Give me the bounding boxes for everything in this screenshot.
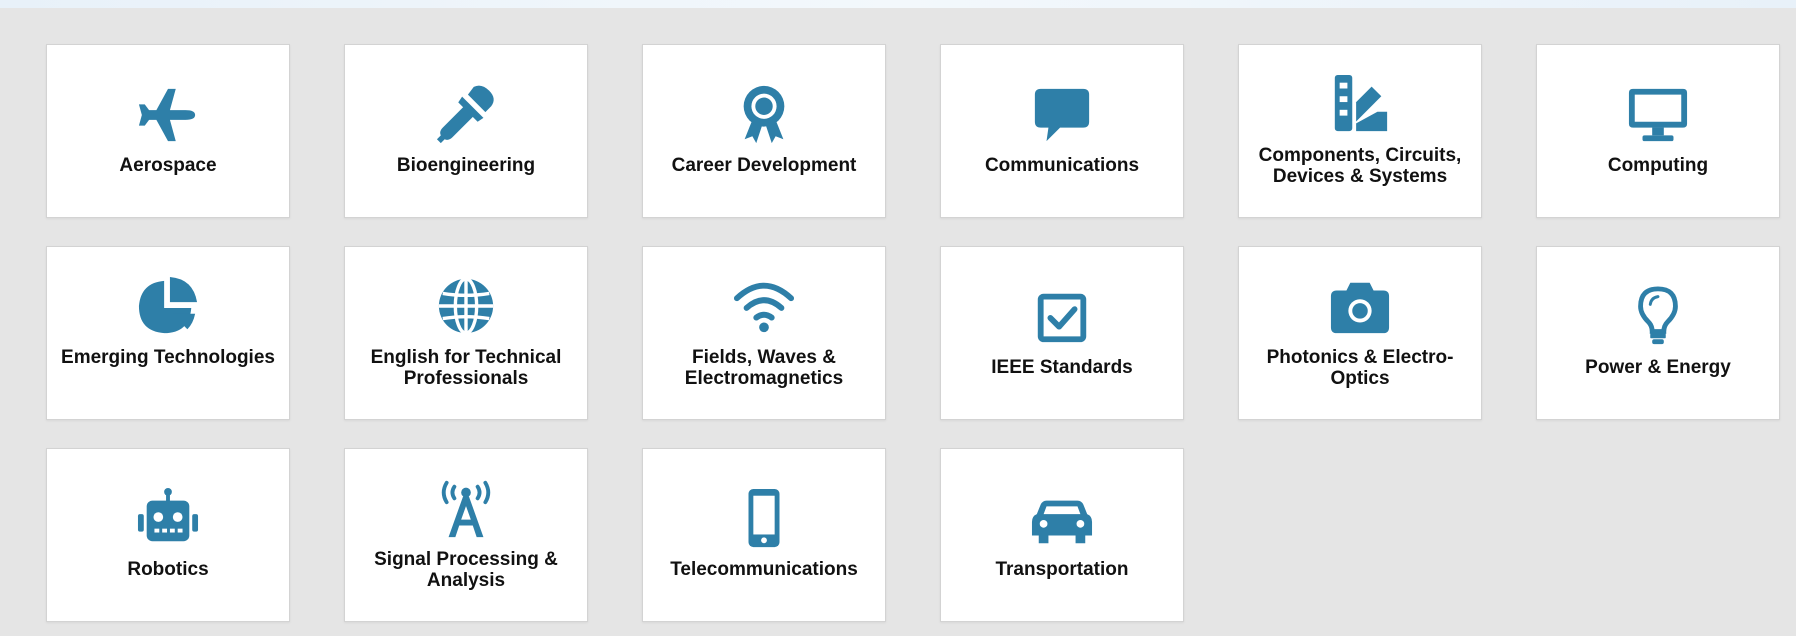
- tile-signal-processing[interactable]: Signal Processing & Analysis: [344, 448, 588, 622]
- robot-icon: [137, 487, 199, 549]
- tile-photonics[interactable]: Photonics & Electro-Optics: [1238, 246, 1482, 420]
- tile-label: Career Development: [671, 155, 857, 176]
- checkbox-icon: [1031, 285, 1093, 347]
- award-ribbon-icon: [733, 83, 795, 145]
- tile-label: Components, Circuits, Devices & Systems: [1258, 145, 1462, 187]
- tile-english-technical[interactable]: English for Technical Professionals: [344, 246, 588, 420]
- tile-label: Power & Energy: [1585, 357, 1731, 378]
- mobile-phone-icon: [733, 487, 795, 549]
- tile-label: Signal Processing & Analysis: [374, 549, 558, 591]
- tile-power-energy[interactable]: Power & Energy: [1536, 246, 1780, 420]
- tile-emerging-technologies[interactable]: Emerging Technologies: [46, 246, 290, 420]
- desktop-monitor-icon: [1627, 83, 1689, 145]
- tile-label: Transportation: [995, 559, 1129, 580]
- tile-telecommunications[interactable]: Telecommunications: [642, 448, 886, 622]
- tile-robotics[interactable]: Robotics: [46, 448, 290, 622]
- tile-aerospace[interactable]: Aerospace: [46, 44, 290, 218]
- tile-label: Robotics: [127, 559, 209, 580]
- wifi-icon: [733, 275, 795, 337]
- tile-label: English for Technical Professionals: [370, 347, 562, 389]
- speech-bubble-icon: [1031, 83, 1093, 145]
- tile-label: Communications: [984, 155, 1140, 176]
- airplane-icon: [137, 83, 199, 145]
- swatchbook-icon: [1329, 73, 1391, 135]
- tile-label: IEEE Standards: [991, 357, 1133, 378]
- pie-chart-icon: [137, 275, 199, 337]
- broadcast-tower-icon: [435, 477, 497, 539]
- tile-transportation[interactable]: Transportation: [940, 448, 1184, 622]
- eyedropper-icon: [435, 83, 497, 145]
- tile-label: Computing: [1607, 155, 1709, 176]
- tile-fields-waves[interactable]: Fields, Waves & Electromagnetics: [642, 246, 886, 420]
- tile-label: Fields, Waves & Electromagnetics: [684, 347, 844, 389]
- tile-bioengineering[interactable]: Bioengineering: [344, 44, 588, 218]
- tile-label: Photonics & Electro-Optics: [1266, 347, 1454, 389]
- tile-ieee-standards[interactable]: IEEE Standards: [940, 246, 1184, 420]
- lightbulb-icon: [1627, 285, 1689, 347]
- tile-label: Aerospace: [119, 155, 217, 176]
- tile-label: Telecommunications: [670, 559, 858, 580]
- globe-icon: [435, 275, 497, 337]
- tile-communications[interactable]: Communications: [940, 44, 1184, 218]
- topic-grid: Aerospace Bioengineering Career Developm…: [46, 44, 1780, 622]
- tile-label: Bioengineering: [396, 155, 536, 176]
- page-backdrop: [0, 0, 1796, 8]
- tile-label: Emerging Technologies: [61, 347, 275, 368]
- tile-career-development[interactable]: Career Development: [642, 44, 886, 218]
- topic-panel: Aerospace Bioengineering Career Developm…: [0, 8, 1796, 636]
- camera-icon: [1329, 275, 1391, 337]
- tile-components-circuits[interactable]: Components, Circuits, Devices & Systems: [1238, 44, 1482, 218]
- car-icon: [1031, 487, 1093, 549]
- tile-computing[interactable]: Computing: [1536, 44, 1780, 218]
